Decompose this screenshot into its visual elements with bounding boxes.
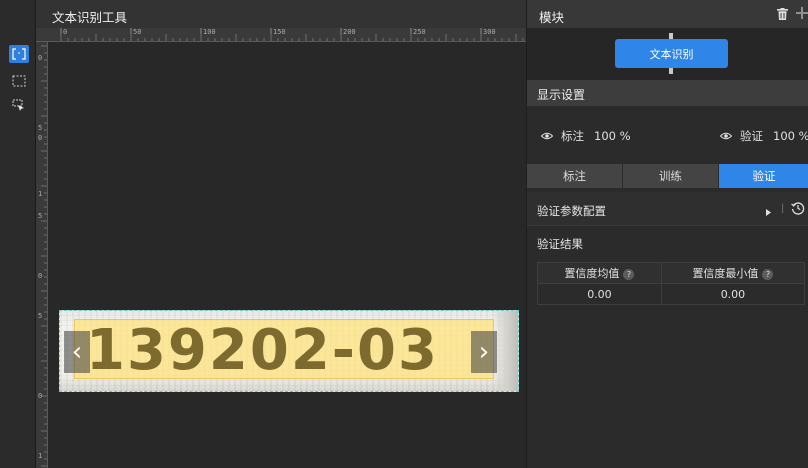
ruler-label: 1 — [38, 190, 43, 198]
header-label: 置信度均值 — [564, 267, 620, 280]
column-header: 置信度最小值? — [660, 262, 806, 284]
expand-arrow-icon[interactable] — [766, 205, 771, 219]
image-viewport[interactable]: 139202-03 ‹ › — [48, 42, 526, 468]
ruler-label: 100 — [203, 28, 216, 36]
table-header-row: 置信度均值? 置信度最小值? — [537, 262, 806, 284]
ruler-label: 0 — [63, 28, 68, 36]
display-settings-header: 显示设置 — [527, 80, 808, 106]
ruler-label: 50 — [133, 28, 142, 36]
eye-icon[interactable] — [720, 132, 732, 140]
table-cell: 0.00 — [660, 283, 806, 305]
canvas-panel: 文本识别工具 0 50 100 150 200 250 300 0 5 0 1 … — [36, 0, 526, 468]
verify-result-label: 验证结果 — [537, 237, 583, 251]
ruler-left: 0 5 0 1 5 0 5 0 1 — [36, 42, 48, 468]
verify-opacity[interactable]: 100 % — [773, 129, 808, 143]
verify-config-row[interactable]: 验证参数配置 | — [527, 192, 808, 226]
ruler-label: 5 — [38, 124, 43, 132]
module-flow-area: 文本识别 — [527, 28, 808, 80]
results-table: 置信度均值? 置信度最小值? 0.00 0.00 — [537, 262, 806, 305]
verify-visibility[interactable]: 验证 100 % — [720, 128, 808, 144]
ruler-top: 0 50 100 150 200 250 300 — [36, 28, 526, 42]
add-module-icon[interactable] — [795, 6, 808, 20]
ruler-label: 0 — [38, 272, 43, 280]
annotation-opacity[interactable]: 100 % — [594, 129, 631, 143]
tab-verify[interactable]: 验证 — [719, 164, 808, 188]
rect-select-tool[interactable] — [9, 45, 29, 63]
dashed-rect-icon — [12, 75, 26, 87]
text-recognition-module[interactable]: 文本识别 — [615, 39, 728, 68]
table-row: 0.00 0.00 — [537, 283, 806, 305]
history-icon[interactable] — [791, 201, 805, 218]
help-icon[interactable]: ? — [762, 268, 774, 280]
verify-label: 验证 — [740, 129, 763, 143]
next-image-button[interactable]: › — [471, 331, 497, 373]
tab-bar: 标注 训练 验证 — [527, 164, 808, 188]
image-crop-tool[interactable] — [9, 96, 29, 114]
ruler-label: 150 — [273, 28, 286, 36]
canvas-title: 文本识别工具 — [36, 0, 526, 28]
ruler-label: 5 — [38, 212, 43, 220]
eye-icon[interactable] — [541, 132, 553, 140]
module-title: 模块 — [539, 10, 565, 25]
annotation-label: 标注 — [561, 129, 584, 143]
separator: | — [781, 203, 785, 214]
connector-bottom — [669, 68, 673, 74]
prev-image-button[interactable]: ‹ — [64, 331, 90, 373]
tab-annotate[interactable]: 标注 — [527, 164, 623, 188]
tool-strip — [0, 0, 36, 468]
trash-icon[interactable] — [777, 8, 788, 23]
display-settings-row: 标注 100 % 验证 100 % — [527, 106, 808, 162]
ocr-text: 139202-03 — [86, 318, 439, 383]
ruler-label: 0 — [38, 134, 43, 142]
right-panel: 模块 文本识别 显示设置 标注 100 % 验证 100 % 标注 训练 验证 … — [526, 0, 808, 468]
region-select-tool[interactable] — [9, 72, 29, 90]
ruler-label: 300 — [483, 28, 496, 36]
ruler-label: 5 — [38, 312, 43, 320]
table-cell: 0.00 — [537, 283, 662, 305]
verify-config-label: 验证参数配置 — [537, 204, 606, 218]
header-label: 置信度最小值 — [692, 267, 759, 280]
bracket-select-icon — [12, 48, 26, 60]
column-header: 置信度均值? — [537, 262, 662, 284]
ruler-label: 0 — [38, 54, 43, 62]
help-icon[interactable]: ? — [623, 268, 635, 280]
annotation-visibility[interactable]: 标注 100 % — [541, 128, 631, 144]
ruler-label: 1 — [38, 452, 43, 460]
ruler-label: 0 — [38, 392, 43, 400]
image-crop-icon — [12, 99, 24, 111]
tab-train[interactable]: 训练 — [623, 164, 719, 188]
ruler-label: 200 — [343, 28, 356, 36]
ruler-label: 250 — [413, 28, 426, 36]
module-header: 模块 — [527, 0, 808, 28]
ocr-image[interactable]: 139202-03 ‹ › — [59, 310, 519, 392]
